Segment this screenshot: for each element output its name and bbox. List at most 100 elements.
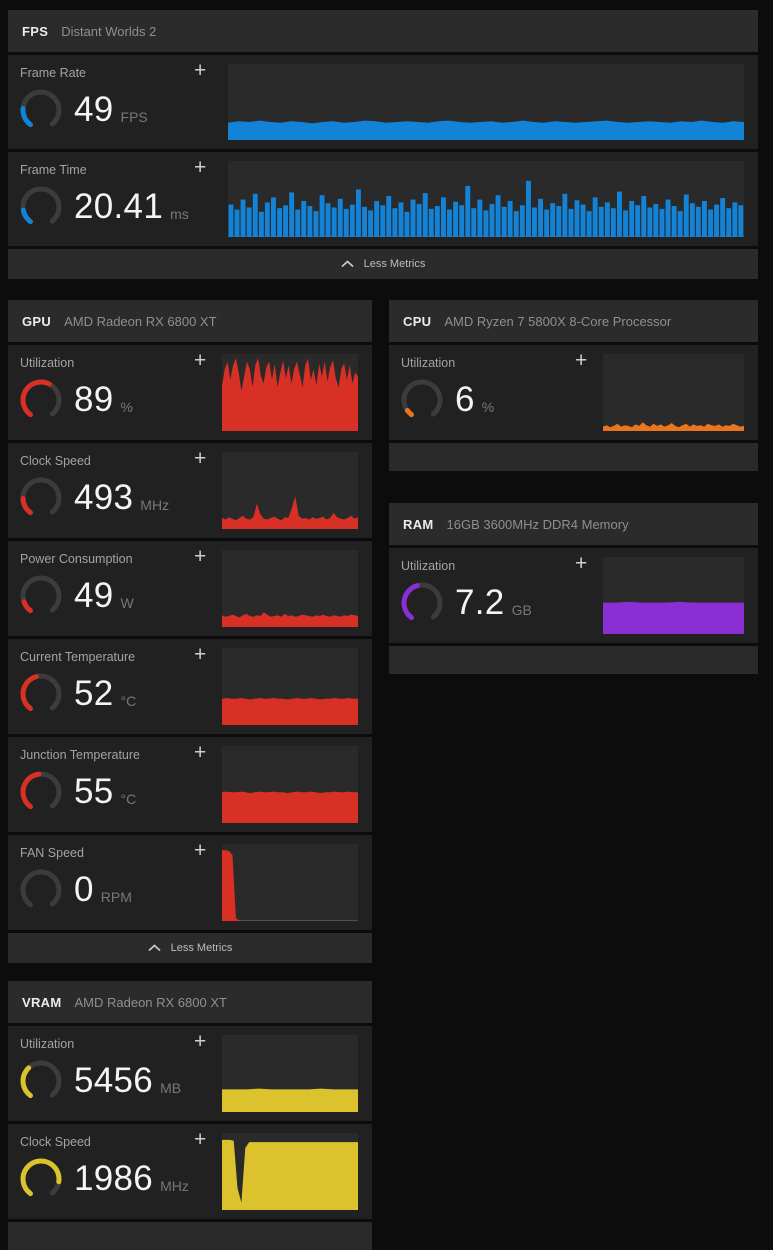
chevron-up-icon: [148, 944, 161, 952]
metric-sparkline: [603, 557, 744, 634]
metric-label: Power Consumption: [20, 552, 133, 566]
left-column: GPU AMD Radeon RX 6800 XT Utilization + …: [8, 300, 372, 1250]
gauge-icon: [18, 475, 64, 521]
metric-sparkline: [222, 452, 358, 529]
metric-sparkline: [228, 161, 744, 237]
fps-column: FPS Distant Worlds 2 Frame Rate + 49 FPS…: [8, 10, 758, 282]
metric-unit: W: [120, 594, 134, 611]
metric-reading: 7.2 GB: [399, 580, 532, 626]
gauge-icon: [18, 769, 64, 815]
metric-reading: 55 °C: [18, 769, 136, 815]
metric-reading: 49 W: [18, 573, 134, 619]
less-metrics-button[interactable]: Less Metrics: [8, 933, 372, 963]
metric-label: Clock Speed: [20, 454, 91, 468]
metric-sparkline: [222, 648, 358, 725]
panel-footer-bar[interactable]: [389, 443, 758, 471]
metric-sparkline: [222, 354, 358, 431]
metric-unit: MHz: [140, 496, 170, 513]
add-metric-button[interactable]: +: [194, 60, 206, 81]
metric-reading: 5456 MB: [18, 1058, 181, 1104]
panel-header: FPS Distant Worlds 2: [8, 10, 758, 52]
metric-reading: 6 %: [399, 377, 494, 423]
metric-label: Current Temperature: [20, 650, 136, 664]
metric-unit: %: [481, 398, 495, 415]
metric-row-gpu-utilization: Utilization + 89 %: [8, 345, 372, 440]
metric-reading: 0 RPM: [18, 867, 132, 913]
metric-reading: 20.41 ms: [18, 184, 189, 230]
metric-value: 493: [74, 478, 134, 517]
metric-value: 55: [74, 772, 114, 811]
less-metrics-label: Less Metrics: [170, 942, 233, 954]
panel-subtitle: AMD Radeon RX 6800 XT: [74, 994, 227, 1010]
add-metric-button[interactable]: +: [194, 1129, 206, 1150]
panel-header: RAM 16GB 3600MHz DDR4 Memory: [389, 503, 758, 545]
add-metric-button[interactable]: +: [575, 553, 587, 574]
chevron-up-icon: [341, 260, 354, 268]
panel-subtitle: AMD Radeon RX 6800 XT: [64, 313, 217, 329]
add-metric-button[interactable]: +: [194, 350, 206, 371]
gauge-icon: [399, 580, 445, 626]
panel-footer-bar[interactable]: [389, 646, 758, 674]
metric-row-gpu-fan-speed: FAN Speed + 0 RPM: [8, 835, 372, 930]
metric-label: Utilization: [401, 356, 456, 370]
metric-reading: 1986 MHz: [18, 1156, 189, 1202]
metric-row-ram-utilization: Utilization + 7.2 GB: [389, 548, 758, 643]
metric-sparkline: [222, 1035, 358, 1112]
gauge-icon: [18, 377, 64, 423]
add-metric-button[interactable]: +: [194, 644, 206, 665]
gauge-icon: [18, 867, 64, 913]
metric-value: 7.2: [455, 583, 505, 622]
metric-value: 5456: [74, 1061, 154, 1100]
metric-label: Utilization: [401, 559, 456, 573]
metric-value: 89: [74, 380, 114, 419]
metric-label: Utilization: [20, 356, 75, 370]
panel-footer-bar[interactable]: [8, 1222, 372, 1250]
add-metric-button[interactable]: +: [194, 448, 206, 469]
metric-label: Junction Temperature: [20, 748, 140, 762]
gauge-icon: [18, 573, 64, 619]
fps-panel: FPS Distant Worlds 2 Frame Rate + 49 FPS…: [8, 10, 758, 279]
metric-unit: °C: [120, 692, 137, 709]
metric-row-frame-time: Frame Time + 20.41 ms: [8, 152, 758, 246]
panel-header: CPU AMD Ryzen 7 5800X 8-Core Processor: [389, 300, 758, 342]
add-metric-button[interactable]: +: [194, 742, 206, 763]
panel-subtitle: AMD Ryzen 7 5800X 8-Core Processor: [444, 313, 672, 329]
gauge-icon: [18, 87, 64, 133]
cpu-panel: CPU AMD Ryzen 7 5800X 8-Core Processor U…: [389, 300, 758, 471]
add-metric-button[interactable]: +: [575, 350, 587, 371]
metric-reading: 89 %: [18, 377, 133, 423]
gauge-icon: [18, 184, 64, 230]
metric-reading: 49 FPS: [18, 87, 148, 133]
add-metric-button[interactable]: +: [194, 157, 206, 178]
metric-row-vram-utilization: Utilization + 5456 MB: [8, 1026, 372, 1121]
right-column: CPU AMD Ryzen 7 5800X 8-Core Processor U…: [389, 300, 758, 674]
metric-unit: GB: [511, 601, 532, 618]
metric-sparkline: [222, 746, 358, 823]
less-metrics-button[interactable]: Less Metrics: [8, 249, 758, 279]
metric-sparkline: [222, 1133, 358, 1210]
panel-title: GPU: [22, 313, 52, 329]
metric-unit: MHz: [160, 1177, 189, 1194]
panel-subtitle: Distant Worlds 2: [61, 23, 157, 39]
metric-sparkline: [603, 354, 744, 431]
panel-title: VRAM: [22, 994, 62, 1010]
metric-unit: FPS: [120, 108, 148, 125]
metric-row-vram-clock-speed: Clock Speed + 1986 MHz: [8, 1124, 372, 1219]
add-metric-button[interactable]: +: [194, 546, 206, 567]
less-metrics-label: Less Metrics: [363, 258, 426, 270]
panel-title: FPS: [22, 23, 49, 39]
panel-title: RAM: [403, 516, 434, 532]
metric-unit: RPM: [100, 888, 132, 905]
metric-sparkline: [222, 844, 358, 921]
panel-title: CPU: [403, 313, 432, 329]
gauge-icon: [18, 671, 64, 717]
gauge-icon: [399, 377, 445, 423]
ram-panel: RAM 16GB 3600MHz DDR4 Memory Utilization…: [389, 503, 758, 674]
add-metric-button[interactable]: +: [194, 1031, 206, 1052]
gauge-icon: [18, 1058, 64, 1104]
metric-row-gpu-current-temperature: Current Temperature + 52 °C: [8, 639, 372, 734]
metric-sparkline: [222, 550, 358, 627]
metric-value: 49: [74, 576, 114, 615]
add-metric-button[interactable]: +: [194, 840, 206, 861]
metric-sparkline: [228, 64, 744, 140]
